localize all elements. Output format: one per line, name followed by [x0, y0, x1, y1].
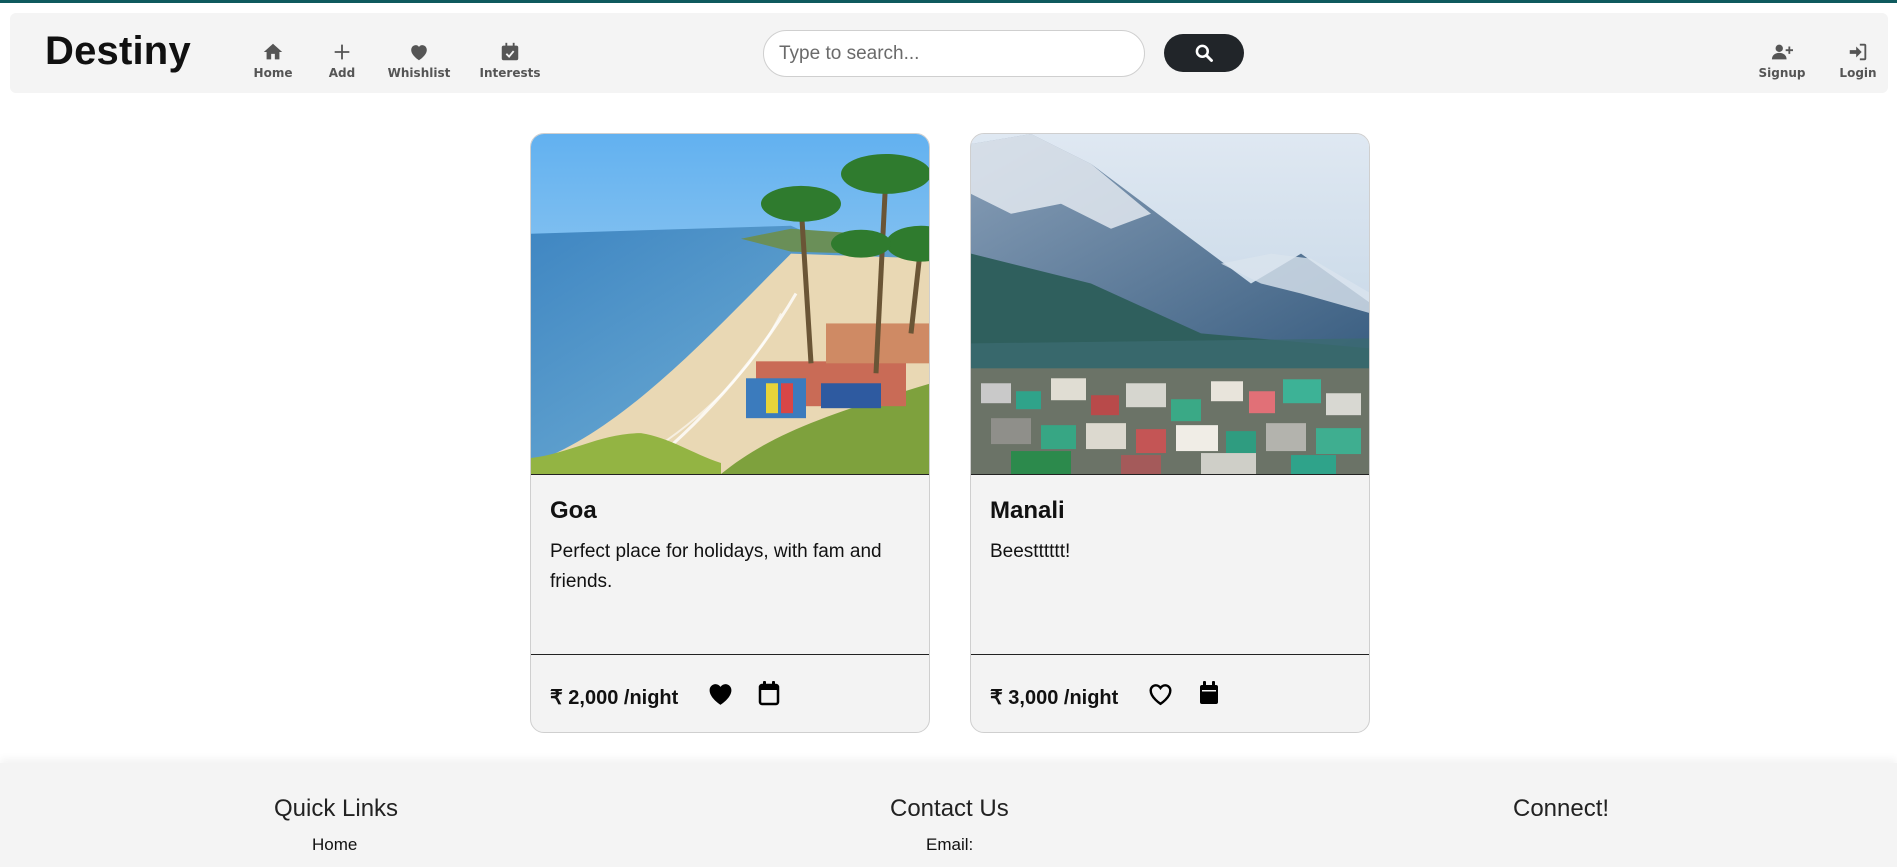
listing-price: ₹ 2,000 /night: [550, 687, 679, 709]
heart-filled-icon[interactable]: [707, 682, 734, 706]
nav-interests[interactable]: Interests: [470, 41, 550, 80]
nav-signup-label: Signup: [1758, 66, 1806, 80]
nav-login[interactable]: Login: [1818, 41, 1897, 80]
home-icon: [263, 43, 283, 60]
plus-icon: [334, 44, 350, 60]
nav-add-label: Add: [328, 66, 356, 80]
listing-description: Perfect place for holidays, with fam and…: [550, 541, 882, 592]
listing-footer: ₹ 2,000 /night: [531, 654, 929, 732]
calendar-check-icon: [501, 42, 519, 61]
nav-signup[interactable]: Signup: [1742, 41, 1822, 80]
listing-card-manali[interactable]: Manali Beestttttt! ₹ 3,000 /night: [970, 133, 1370, 733]
nav-home[interactable]: Home: [233, 41, 313, 80]
nav-home-label: Home: [253, 66, 293, 80]
nav-wishlist[interactable]: Whishlist: [379, 41, 459, 80]
footer-link-home[interactable]: Home: [312, 835, 357, 855]
brand-logo[interactable]: Destiny: [45, 29, 191, 74]
heart-outline-icon[interactable]: [1147, 682, 1174, 706]
listing-title: Manali: [990, 497, 1065, 524]
footer-contact-title: Contact Us: [890, 795, 1009, 822]
listing-footer: ₹ 3,000 /night: [971, 654, 1369, 732]
search-icon: [1195, 44, 1213, 62]
heart-icon: [411, 45, 427, 61]
footer-quick-links-title: Quick Links: [274, 795, 399, 822]
search-input[interactable]: [763, 30, 1145, 77]
listing-image-goa[interactable]: [531, 134, 929, 475]
nav-interests-label: Interests: [479, 66, 541, 80]
footer: Quick Links Home Contact Us Email: Conne…: [0, 763, 1897, 867]
nav-login-label: Login: [1839, 66, 1877, 80]
user-plus-icon: [1771, 44, 1793, 60]
footer-connect-title: Connect!: [1513, 795, 1610, 822]
listing-title: Goa: [550, 497, 597, 524]
login-icon: [1849, 43, 1867, 61]
listing-description: Beestttttt!: [990, 541, 1071, 562]
listing-image-manali[interactable]: [971, 134, 1369, 475]
calendar-filled-icon[interactable]: [1198, 680, 1220, 706]
calendar-outline-icon[interactable]: [758, 680, 780, 706]
footer-contact-email-label: Email:: [926, 835, 974, 854]
nav-wishlist-label: Whishlist: [387, 66, 451, 80]
nav-add[interactable]: Add: [302, 41, 382, 80]
listing-price: ₹ 3,000 /night: [990, 687, 1119, 709]
listing-card-goa[interactable]: Goa Perfect place for holidays, with fam…: [530, 133, 930, 733]
search-button[interactable]: [1164, 34, 1244, 72]
top-accent-line: [0, 0, 1897, 3]
